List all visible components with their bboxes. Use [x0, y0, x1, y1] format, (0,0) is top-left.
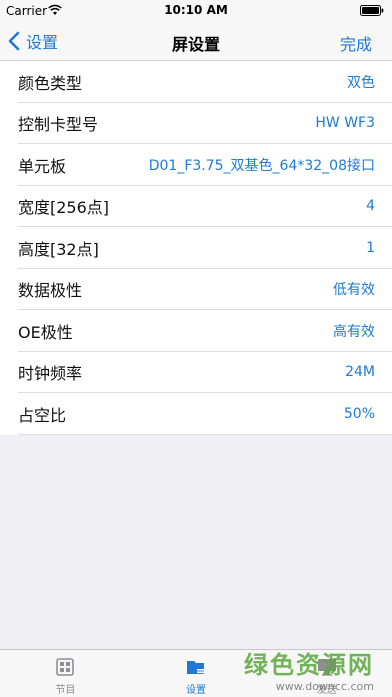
tab-bar: 节目 设置 发送: [0, 649, 392, 697]
row-label: 单元板: [18, 156, 67, 176]
row-label: 高度[32点]: [18, 239, 99, 259]
row-value: HW WF3: [315, 115, 375, 132]
row-label: 宽度[256点]: [18, 198, 110, 218]
row-label: 时钟频率: [18, 364, 83, 384]
row-value: D01_F3.75_双基色_64*32_08接口: [148, 157, 375, 174]
row-controller-model[interactable]: 控制卡型号 HW WF3: [0, 103, 392, 145]
tab-label: 节目: [55, 685, 76, 696]
row-value: 4: [366, 198, 375, 215]
row-width[interactable]: 宽度[256点] 4: [0, 186, 392, 228]
row-value: 50%: [343, 405, 375, 422]
send-monitor-icon: [317, 659, 336, 676]
status-time: 10:10 AM: [164, 3, 228, 17]
row-label: OE极性: [18, 322, 73, 342]
row-value: 24M: [345, 364, 375, 381]
row-label: 颜色类型: [18, 73, 83, 93]
row-duty-cycle[interactable]: 占空比 50%: [0, 393, 392, 435]
row-value: 高有效: [333, 323, 375, 340]
settings-list: 颜色类型 双色 控制卡型号 HW WF3 单元板 D01_F3.75_双基色_6…: [0, 61, 392, 435]
tab-label: 发送: [316, 685, 337, 696]
row-color-type[interactable]: 颜色类型 双色: [0, 61, 392, 103]
tab-send[interactable]: 发送: [261, 650, 392, 697]
row-value: 双色: [347, 74, 375, 91]
row-clock-frequency[interactable]: 时钟频率 24M: [0, 352, 392, 394]
navigation-bar: 设置 屏设置 完成: [0, 22, 392, 61]
row-label: 占空比: [18, 405, 67, 425]
chevron-left-icon: [8, 31, 20, 51]
row-height[interactable]: 高度[32点] 1: [0, 227, 392, 269]
row-label: 数据极性: [18, 281, 83, 301]
row-value: 1: [366, 239, 375, 256]
tab-label: 设置: [186, 685, 206, 696]
row-unit-board[interactable]: 单元板 D01_F3.75_双基色_64*32_08接口: [0, 144, 392, 186]
tab-settings[interactable]: 设置: [131, 650, 262, 697]
battery-icon: [360, 5, 384, 16]
row-data-polarity[interactable]: 数据极性 低有效: [0, 269, 392, 311]
done-button[interactable]: 完成: [340, 31, 372, 55]
row-oe-polarity[interactable]: OE极性 高有效: [0, 310, 392, 352]
program-icon: [56, 658, 75, 676]
row-label: 控制卡型号: [18, 115, 99, 135]
back-label: 设置: [26, 33, 59, 52]
folder-settings-icon: [187, 661, 205, 674]
back-button[interactable]: 设置: [8, 28, 58, 54]
tab-program[interactable]: 节目: [0, 650, 131, 697]
page-title: 屏设置: [171, 35, 220, 54]
row-value: 低有效: [333, 282, 375, 299]
status-bar: Carrier 10:10 AM: [0, 0, 392, 22]
